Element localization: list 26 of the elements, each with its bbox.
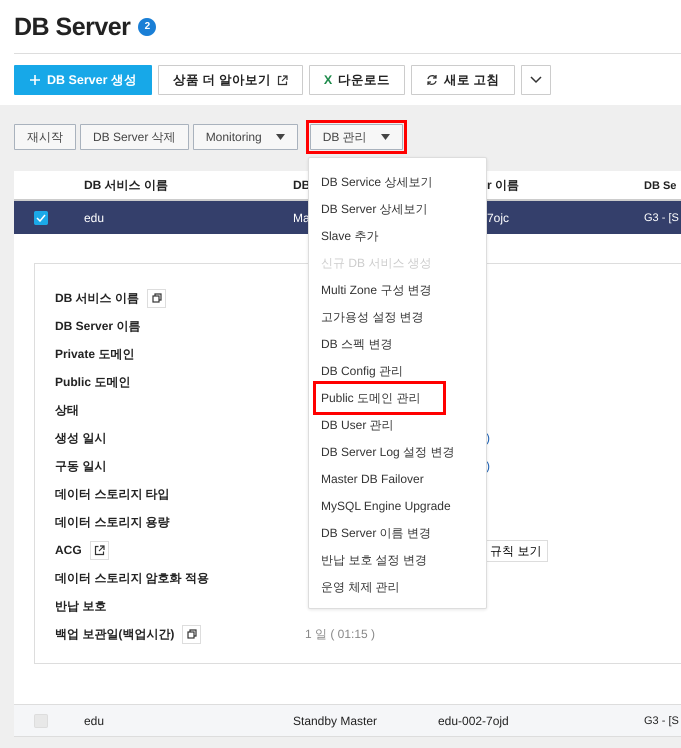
field-label: ACG <box>55 542 82 559</box>
field-label: 반납 보호 <box>55 598 106 615</box>
field-label: Public 도메인 <box>55 374 130 391</box>
field-label: DB Server 이름 <box>55 318 140 335</box>
field-label: 백업 보관일(백업시간) <box>55 626 174 643</box>
page-title: DB Server <box>14 12 130 42</box>
table-cell: edu <box>84 210 104 224</box>
table-cell: edu-002-7ojd <box>438 714 509 728</box>
field-label: Private 도메인 <box>55 346 134 363</box>
field-label: 구동 일시 <box>55 458 106 475</box>
column-header: DB 서비스 이름 <box>84 178 168 192</box>
column-header: DB Se <box>644 180 676 192</box>
field-label: 생성 일시 <box>55 430 106 447</box>
field-label: 데이터 스토리지 타입 <box>55 486 170 503</box>
field-label: DB 서비스 이름 <box>55 290 139 307</box>
field-value: 1 일 ( 01:15 ) <box>305 627 376 641</box>
field-label: 데이터 스토리지 암호화 적용 <box>55 570 210 587</box>
table-cell: G3 - [S <box>644 715 679 728</box>
table-cell: G3 - [S <box>644 212 679 224</box>
table-cell: edu <box>84 714 104 728</box>
count-badge: 2 <box>138 18 156 36</box>
field-label: 상태 <box>55 402 79 419</box>
table-cell: Standby Master <box>293 714 378 728</box>
table-cell: 7ojc <box>487 210 510 224</box>
column-header: r 이름 <box>487 178 520 192</box>
field-label: 데이터 스토리지 용량 <box>55 514 170 531</box>
